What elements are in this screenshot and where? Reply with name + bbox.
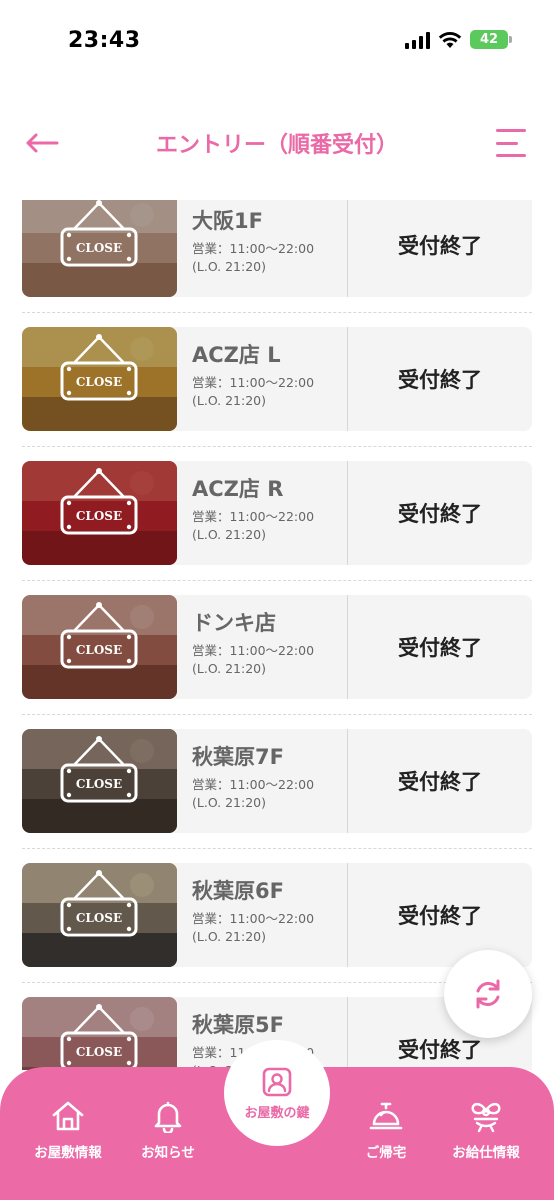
store-photo: CLOSE — [22, 327, 177, 431]
close-sign-text: CLOSE — [76, 241, 122, 255]
store-list[interactable]: CLOSE 大阪1F 営業：11:00〜22:00 (L.O. 21:20) 受付終了 C… — [0, 200, 554, 1070]
store-card[interactable]: CLOSE 秋葉原6F 営業：11:00〜22:00 (L.O. 21:20) 受付終了 — [22, 863, 532, 967]
service-bell-icon — [369, 1102, 403, 1130]
store-name: 秋葉原7F — [192, 745, 284, 769]
ribbon-icon — [471, 1102, 501, 1133]
wifi-icon — [438, 31, 462, 48]
store-last-order: (L.O. 21:20) — [192, 661, 266, 676]
store-card[interactable]: CLOSE 大阪1F 営業：11:00〜22:00 (L.O. 21:20) 受付終了 — [22, 200, 532, 297]
store-card[interactable]: CLOSE ドンキ店営業：11:00〜22:00 (L.O. 21:20) 受付終了 — [22, 595, 532, 699]
entry-status[interactable]: 受付終了 — [348, 729, 532, 833]
nav-label: お屋敷情報 — [34, 1145, 102, 1161]
menu-button[interactable] — [496, 125, 532, 161]
list-separator — [22, 312, 532, 313]
close-sign-text: CLOSE — [76, 911, 122, 925]
list-separator — [22, 848, 532, 849]
store-thumbnail: CLOSE — [22, 863, 177, 967]
menu-line — [496, 154, 526, 157]
nav-label: お給仕情報 — [452, 1145, 520, 1161]
nav-label: ご帰宅 — [365, 1145, 407, 1161]
store-hours: 営業：11:00〜22:00 — [192, 241, 315, 256]
close-sign-text: CLOSE — [76, 643, 122, 657]
store-name: ACZ店 L — [192, 343, 281, 367]
store-last-order: (L.O. 21:20) — [192, 259, 266, 274]
store-hours: 営業：11:00〜22:00 — [192, 643, 315, 658]
store-hours: 営業：11:00〜22:00 — [192, 509, 315, 524]
status-icons: 42 — [405, 30, 512, 49]
entry-status[interactable]: 受付終了 — [348, 327, 532, 431]
nav-item-mansion-info[interactable]: お屋敷情報 — [18, 1097, 118, 1161]
nav-item-news[interactable]: お知らせ — [118, 1097, 218, 1161]
list-separator — [22, 446, 532, 447]
refresh-icon — [476, 979, 500, 1009]
status-time: 23:43 — [68, 28, 141, 53]
mansion-key-button[interactable]: お屋敷の鍵 — [224, 1040, 330, 1146]
store-name: 秋葉原5F — [192, 1013, 284, 1037]
cellular-signal-icon — [405, 31, 430, 49]
entry-status[interactable]: 受付終了 — [348, 461, 532, 565]
store-name: 大阪1F — [192, 209, 263, 233]
entry-status[interactable]: 受付終了 — [348, 200, 532, 297]
list-separator — [22, 580, 532, 581]
store-thumbnail: CLOSE — [22, 595, 177, 699]
menu-line — [496, 129, 526, 132]
store-photo: CLOSE — [22, 729, 177, 833]
header: エントリー（順番受付） — [0, 115, 554, 171]
close-sign-text: CLOSE — [76, 509, 122, 523]
close-sign-text: CLOSE — [76, 1045, 122, 1059]
store-thumbnail: CLOSE — [22, 729, 177, 833]
refresh-button[interactable] — [444, 950, 532, 1038]
store-last-order: (L.O. 21:20) — [192, 929, 266, 944]
user-card-icon — [262, 1067, 292, 1096]
store-photo: CLOSE — [22, 200, 177, 297]
store-hours: 営業：11:00〜22:00 — [192, 375, 315, 390]
nav-label: お知らせ — [141, 1145, 195, 1161]
store-card[interactable]: CLOSE ACZ店 L 営業：11:00〜22:00 (L.O. 21:20) 受付終… — [22, 327, 532, 431]
store-card[interactable]: CLOSE ACZ店 R 営業：11:00〜22:00 (L.O. 21:20) 受付終… — [22, 461, 532, 565]
close-sign-text: CLOSE — [76, 375, 122, 389]
store-photo: CLOSE — [22, 863, 177, 967]
status-bar: 23:43 42 — [0, 0, 554, 80]
nav-item-return-home[interactable]: ご帰宅 — [336, 1097, 436, 1161]
battery-icon: 42 — [470, 30, 512, 49]
store-hours: 営業：11:00〜22:00 — [192, 777, 315, 792]
entry-status[interactable]: 受付終了 — [348, 863, 532, 967]
page-title: エントリー（順番受付） — [155, 133, 398, 158]
store-hours: 営業：11:00〜22:00 — [192, 911, 315, 926]
bell-icon — [154, 1101, 182, 1133]
store-name: 秋葉原6F — [192, 879, 284, 903]
store-thumbnail: CLOSE — [22, 461, 177, 565]
close-sign-text: CLOSE — [76, 777, 122, 791]
menu-line — [496, 141, 518, 145]
store-last-order: (L.O. 21:20) — [192, 393, 266, 408]
store-card[interactable]: CLOSE 秋葉原7F 営業：11:00〜22:00 (L.O. 21:20) 受付終了 — [22, 729, 532, 833]
store-last-order: (L.O. 21:20) — [192, 527, 266, 542]
list-separator — [22, 714, 532, 715]
store-thumbnail: CLOSE — [22, 327, 177, 431]
store-photo: CLOSE — [22, 997, 177, 1070]
house-icon — [52, 1101, 84, 1131]
store-thumbnail: CLOSE — [22, 200, 177, 297]
entry-status[interactable]: 受付終了 — [348, 595, 532, 699]
mansion-key-label: お屋敷の鍵 — [244, 1105, 310, 1121]
store-last-order: (L.O. 21:20) — [192, 795, 266, 810]
nav-item-service-info[interactable]: お給仕情報 — [436, 1097, 536, 1161]
store-thumbnail: CLOSE — [22, 997, 177, 1070]
store-photo: CLOSE — [22, 595, 177, 699]
store-photo: CLOSE — [22, 461, 177, 565]
store-name: ドンキ店 — [192, 611, 276, 635]
store-name: ACZ店 R — [192, 477, 284, 501]
